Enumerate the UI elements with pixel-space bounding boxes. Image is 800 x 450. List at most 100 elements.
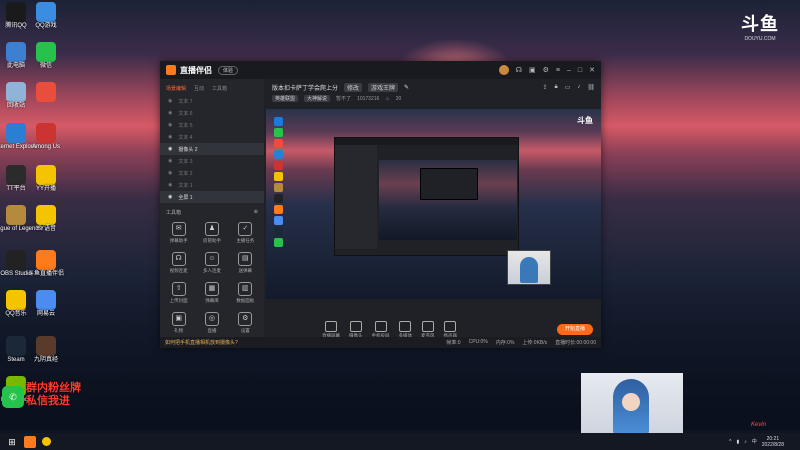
tool-icon: ✓ <box>238 222 253 236</box>
tool-icon: ⚙ <box>238 312 253 326</box>
tag-2[interactable]: 大神解说 <box>304 95 331 102</box>
yy-taskbar-icon[interactable] <box>42 437 51 446</box>
volume-icon[interactable]: ♪ <box>744 439 747 445</box>
desktop-icon-label: 回收站 <box>6 103 25 109</box>
live-preview[interactable]: 斗鱼 <box>266 109 601 299</box>
gift-icon[interactable]: ▣ <box>529 66 536 74</box>
windows-start-icon[interactable]: ⊞ <box>6 436 18 448</box>
tool-icon: ♟ <box>204 222 219 236</box>
left-tab[interactable]: 互动 <box>194 85 204 92</box>
edit-title-button[interactable]: 修改 <box>344 83 363 92</box>
source-item[interactable]: ◉ 全屏 1 <box>160 191 264 203</box>
eye-icon[interactable]: ◉ <box>168 122 172 128</box>
game-icon <box>36 336 56 356</box>
source-item[interactable]: ◉ 文本 7 <box>160 95 264 107</box>
status-item: 帧率:0 <box>446 340 461 346</box>
source-item[interactable]: ◉ 文本 2 <box>160 167 264 179</box>
desktop-icon[interactable]: YY语音 <box>18 205 74 233</box>
tray-expand-icon[interactable]: ^ <box>729 439 731 445</box>
tool-item[interactable]: ▤ 送弹幕 <box>229 252 262 274</box>
eye-icon[interactable]: ◉ <box>168 146 172 152</box>
control-bar: 直播屏幕 摄像头 手机投屏 多媒体 麦克风 扬声器 <box>266 319 601 339</box>
eye-icon[interactable]: ◉ <box>168 182 172 188</box>
maximize-icon[interactable]: □ <box>578 67 582 74</box>
source-item[interactable]: ◉ 文本 5 <box>160 119 264 131</box>
menu-icon[interactable]: ≡ <box>556 67 560 74</box>
room-info-bar: 版本扣卡萨丁学会爬上分 修改 游戏王牌 ✎ ⇪ 🔒︎ ▭ ♪ ⛓ 英雄联盟 大神… <box>266 79 601 105</box>
link-icon[interactable]: ⛓ <box>587 84 595 91</box>
tool-icon: ▣ <box>171 312 186 326</box>
eye-icon[interactable]: ◉ <box>168 110 172 116</box>
input-method-icon[interactable]: 中 <box>752 438 757 445</box>
minimize-icon[interactable]: – <box>567 67 571 74</box>
preview-camera-overlay[interactable] <box>507 250 551 285</box>
network-icon[interactable]: ▮ <box>736 439 739 445</box>
tool-item[interactable]: ▥ 数据面板 <box>229 282 262 304</box>
source-item[interactable]: ◉ 文本 4 <box>160 131 264 143</box>
eye-icon[interactable]: ◉ <box>168 158 172 164</box>
app-badge[interactable]: 体验 <box>218 65 239 75</box>
douyu-live-assistant-window: 直播伴侣 体验 ☊ ▣ ⚙ ≡ – □ ✕ 场景编辑 互动 工具箱 ◉ 文本 7 ◉ 文本… <box>160 61 601 348</box>
tool-item[interactable]: ⚙ 设置 <box>229 312 262 334</box>
desktop-icon-label: QQ游戏 <box>35 23 57 29</box>
toolbox-add-icon[interactable]: ⊕ <box>254 209 258 216</box>
tag-1[interactable]: 英雄联盟 <box>272 95 299 102</box>
source-label: 文本 4 <box>178 134 193 141</box>
streamer-face <box>622 393 640 411</box>
eye-icon[interactable]: ◉ <box>168 98 172 104</box>
tool-item[interactable]: ☺ 多人连麦 <box>195 252 228 274</box>
source-item[interactable]: ◉ 文本 1 <box>160 179 264 191</box>
tool-item[interactable]: ▣ 礼物 <box>162 312 195 334</box>
start-live-button[interactable]: 开始直播 <box>557 324 593 335</box>
desktop-icon[interactable]: 微信 <box>18 42 74 70</box>
headset-icon[interactable]: ☊ <box>516 66 522 74</box>
tool-item[interactable]: ⇧ 上传封面 <box>162 282 195 304</box>
preview-desktop-icons <box>268 115 288 249</box>
source-item[interactable]: ◉ 摄像头 2 <box>160 143 264 155</box>
tool-icon: ☊ <box>171 252 186 266</box>
pencil-icon[interactable]: ✎ <box>404 84 409 91</box>
lock-icon[interactable]: 🔒︎ <box>555 84 558 91</box>
tool-item[interactable]: ◎ 直播 <box>195 312 228 334</box>
source-item[interactable]: ◉ 文本 3 <box>160 155 264 167</box>
share-icon[interactable]: ⇪ <box>542 84 547 91</box>
source-item[interactable]: ◉ 文本 6 <box>160 107 264 119</box>
settings-icon[interactable]: ⚙ <box>543 66 549 74</box>
desktop-icon[interactable]: 九阴真经 <box>18 336 74 364</box>
left-tab[interactable]: 工具箱 <box>212 85 227 92</box>
desktop-icon[interactable]: 网易云 <box>18 290 74 318</box>
category-select[interactable]: 游戏王牌 <box>368 83 399 92</box>
promo-line-2: 私信我进 <box>26 395 70 407</box>
eye-icon[interactable]: ◉ <box>168 134 172 140</box>
tip-text[interactable]: 如何把手机直播相机放到摄像头? <box>165 339 238 346</box>
app-logo-icon <box>166 65 176 75</box>
left-tab[interactable]: 场景编辑 <box>166 85 186 92</box>
clock[interactable]: 20:21 2022/8/28 <box>762 436 784 448</box>
tool-item[interactable]: ✓ 主播任务 <box>229 222 262 244</box>
tool-label: 多人连麦 <box>202 268 221 273</box>
avatar[interactable] <box>498 65 509 75</box>
desktop-icon[interactable]: YY开播 <box>18 165 74 193</box>
desktop-icon[interactable]: QQ游戏 <box>18 2 74 30</box>
desktop-icon[interactable]: Among Us <box>18 123 74 151</box>
control-icon <box>349 321 362 332</box>
eye-icon[interactable]: ◉ <box>168 194 172 200</box>
close-icon[interactable]: ✕ <box>589 66 595 74</box>
tool-item[interactable]: ♟ 房管助手 <box>195 222 228 244</box>
promo-overlay: 群内粉丝牌 私信我进 <box>26 382 81 408</box>
desktop-icon[interactable]: 斗鱼直播伴侣 <box>18 250 74 278</box>
tool-item[interactable]: ▦ 弹幕库 <box>195 282 228 304</box>
bell-icon[interactable]: ♪ <box>577 84 580 91</box>
source-label: 文本 3 <box>178 158 193 165</box>
desktop-icon[interactable] <box>18 82 74 103</box>
tool-label: 房管助手 <box>202 238 221 243</box>
tool-icon: ◎ <box>204 312 219 326</box>
tool-label: 弹幕库 <box>205 298 219 303</box>
screen-icon[interactable]: ▭ <box>565 84 571 91</box>
clock-date: 2022/8/28 <box>761 441 784 448</box>
eye-icon[interactable]: ◉ <box>168 170 172 176</box>
tool-item[interactable]: ☊ 视频连麦 <box>162 252 195 274</box>
signature-watermark: Kevin <box>750 422 766 428</box>
tool-item[interactable]: ✉ 弹幕助手 <box>162 222 195 244</box>
douyu-taskbar-icon[interactable] <box>24 435 36 448</box>
